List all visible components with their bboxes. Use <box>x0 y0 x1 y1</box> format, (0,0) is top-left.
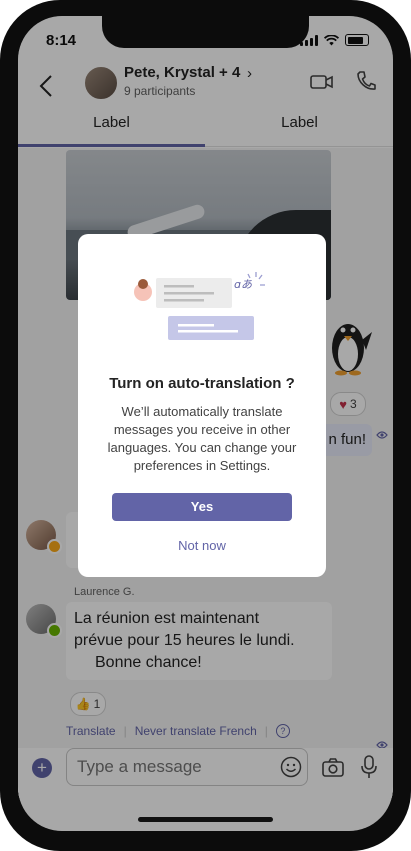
auto-translation-dialog: ɑあ Turn on auto-translation ? We’ll auto… <box>78 234 326 577</box>
dialog-body-line: languages. You can change your <box>107 440 297 455</box>
dialog-body-line: preferences in Settings. <box>133 458 271 473</box>
home-indicator <box>138 817 273 822</box>
dialog-title: Turn on auto-translation ? <box>109 375 295 392</box>
translation-language-label: ɑあ <box>234 278 252 291</box>
dialog-body-line: messages you receive in other <box>113 422 291 437</box>
not-now-button[interactable]: Not now <box>78 538 326 553</box>
notch <box>102 16 309 48</box>
dialog-body: We’ll automatically translate messages y… <box>98 403 306 475</box>
yes-button[interactable]: Yes <box>112 493 292 521</box>
dialog-body-line: We’ll automatically translate <box>121 404 283 419</box>
translation-illustration: ɑあ <box>134 272 265 340</box>
screen: 8:14 Pete, Krystal + 4 › 9 participants … <box>18 16 393 831</box>
phone-frame: 8:14 Pete, Krystal + 4 › 9 participants … <box>0 0 411 851</box>
